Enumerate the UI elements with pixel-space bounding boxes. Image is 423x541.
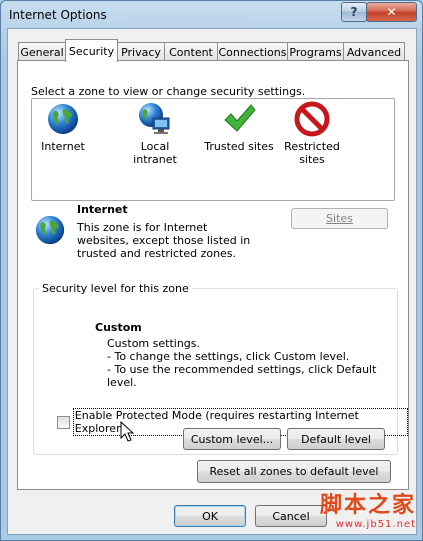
tab-security[interactable]: Security bbox=[65, 39, 118, 62]
zone-item-internet[interactable]: Internet bbox=[36, 101, 90, 153]
default-level-button[interactable]: Default level bbox=[287, 428, 385, 450]
internet-options-window: Internet Options ? ✕ General Security Pr… bbox=[0, 0, 423, 541]
tab-privacy[interactable]: Privacy bbox=[117, 42, 165, 61]
tab-connections[interactable]: Connections bbox=[217, 42, 288, 61]
dialog-client-area: General Security Privacy Content Connect… bbox=[7, 28, 417, 535]
globe-icon bbox=[35, 215, 65, 245]
security-level-group-title: Security level for this zone bbox=[39, 282, 192, 295]
zone-item-trusted-sites[interactable]: Trusted sites bbox=[202, 101, 276, 153]
sites-button-label: Sites bbox=[326, 212, 353, 225]
selected-zone-description: This zone is for Internet websites, exce… bbox=[77, 221, 251, 260]
zone-prompt: Select a zone to view or change security… bbox=[31, 85, 306, 98]
zone-item-restricted-sites[interactable]: Restricted sites bbox=[280, 101, 344, 166]
protected-mode-checkbox[interactable] bbox=[57, 415, 70, 429]
zone-label: Local intranet bbox=[133, 140, 177, 166]
zone-label: Trusted sites bbox=[204, 140, 274, 153]
ok-button[interactable]: OK bbox=[174, 505, 246, 527]
zone-item-local-intranet[interactable]: Local intranet bbox=[118, 101, 192, 166]
checkmark-icon bbox=[224, 104, 256, 132]
custom-level-button[interactable]: Custom level... bbox=[183, 428, 281, 450]
zone-label: Restricted sites bbox=[284, 140, 340, 166]
sites-button[interactable]: Sites bbox=[291, 208, 388, 229]
security-level-title: Custom bbox=[95, 321, 142, 334]
restricted-icon bbox=[294, 101, 330, 137]
security-level-line: - To change the settings, click Custom l… bbox=[107, 350, 350, 363]
zone-label: Internet bbox=[41, 140, 85, 153]
tab-advanced[interactable]: Advanced bbox=[343, 42, 405, 61]
site-watermark: 脚本之家 www.jb51.net bbox=[276, 487, 416, 533]
tab-programs[interactable]: Programs bbox=[287, 42, 344, 61]
mouse-cursor-icon bbox=[120, 421, 135, 442]
close-button[interactable]: ✕ bbox=[366, 2, 417, 22]
tab-general[interactable]: General bbox=[18, 42, 66, 61]
watermark-url: www.jb51.net bbox=[335, 519, 416, 530]
intranet-icon bbox=[139, 103, 170, 134]
help-button[interactable]: ? bbox=[341, 2, 367, 22]
reset-all-zones-button[interactable]: Reset all zones to default level bbox=[197, 460, 391, 483]
zone-list: Internet Local intranet Trusted sites Re… bbox=[31, 98, 395, 201]
security-tab-panel: Select a zone to view or change security… bbox=[17, 60, 409, 490]
security-level-line: - To use the recommended settings, click… bbox=[107, 363, 377, 389]
tab-content[interactable]: Content bbox=[164, 42, 218, 61]
selected-zone-name: Internet bbox=[77, 203, 128, 216]
security-level-line: Custom settings. bbox=[107, 337, 201, 350]
globe-icon bbox=[48, 104, 78, 134]
window-title: Internet Options bbox=[9, 8, 107, 22]
watermark-text: 脚本之家 bbox=[319, 493, 416, 518]
